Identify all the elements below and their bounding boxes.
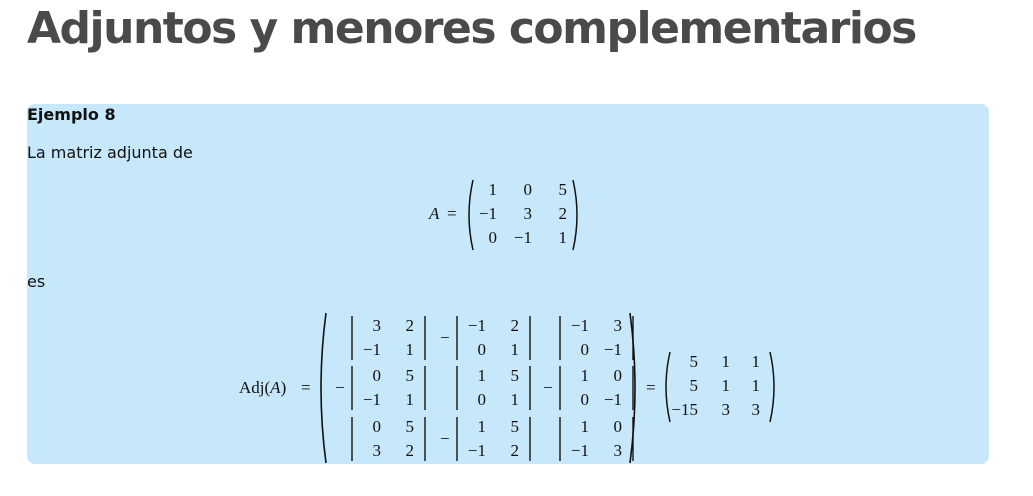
cofactor-cell: 0 [477,340,487,359]
left-paren [320,312,327,464]
matrix-a-cell: −1 [513,228,532,247]
adjugate-equals: = [301,378,311,397]
cofactor-cell: 3 [372,316,382,335]
cofactor-cell: 0 [580,340,590,359]
cofactor-cell: 0 [372,366,382,385]
matrix-a-equation: A = 1 0 5 −1 3 2 0 −1 1 [427,176,597,256]
matrix-a-cell: 5 [558,180,568,199]
matrix-a-cell: 0 [488,228,498,247]
cofactor-cell: 5 [510,366,520,385]
cofactor-cell: 0 [613,417,623,436]
cofactor-cell: 2 [405,441,415,460]
result-cell: 5 [689,352,699,371]
cofactor-cell: 2 [405,316,415,335]
example-heading: Ejemplo 8 [27,105,116,124]
cofactor-cell: −1 [467,316,486,335]
connector-text: es [27,272,46,291]
matrix-a-cell: 1 [488,180,498,199]
matrix-a-cell: 0 [523,180,533,199]
result-cell: −15 [671,400,698,419]
cofactor-cell: 5 [510,417,520,436]
adjugate-lhs: Adj(A) [239,378,287,397]
cofactor-cell: 5 [405,417,415,436]
cofactor-cell: 2 [510,441,520,460]
right-paren [629,312,636,464]
cofactor-cell: 1 [405,390,415,409]
adjugate-equation: Adj(A) = 3 2 −1 1− −1 2 0 1 −1 3 0 −1−0 5 −1 1 1 5 0 1−1 0 0… [232,309,792,467]
result-cell: 1 [721,352,731,371]
result-cell: 5 [689,376,699,395]
cofactor-cell: 3 [613,316,623,335]
cofactor-cell: −1 [603,340,622,359]
example-box: Ejemplo 8 La matriz adjunta de A = 1 0 5 −1… [27,104,989,464]
cofactor-cell: 3 [613,441,623,460]
cofactor-cell: −1 [570,316,589,335]
cofactor-cell: 1 [477,366,487,385]
cofactor-cell: 1 [405,340,415,359]
result-equals: = [646,378,656,397]
result-cell: 1 [751,376,761,395]
right-paren [572,179,578,251]
cofactor-cell: 1 [510,390,520,409]
cofactor-cell: −1 [603,390,622,409]
cofactor-cell: 3 [372,441,382,460]
result-cell: 3 [721,400,731,419]
cofactor-cell: 5 [405,366,415,385]
cofactor-cell: 0 [613,366,623,385]
result-cell: 3 [751,400,761,419]
cofactor-cell: 1 [580,366,590,385]
cofactor-cell: 1 [477,417,487,436]
cofactor-sign: − [335,378,345,397]
intro-text: La matriz adjunta de [27,143,193,162]
cofactor-cell: 1 [580,417,590,436]
matrix-a-equals: = [447,204,457,223]
cofactor-cell: 0 [580,390,590,409]
result-cell: 1 [721,376,731,395]
matrix-a-cell: 1 [558,228,568,247]
cofactor-sign: − [440,328,450,347]
cofactor-cell: −1 [362,390,381,409]
cofactor-cell: −1 [362,340,381,359]
result-cell: 1 [751,352,761,371]
cofactor-sign: − [543,378,553,397]
cofactor-cell: −1 [570,441,589,460]
cofactor-cell: 2 [510,316,520,335]
matrix-a-cell: 3 [523,204,533,223]
right-paren [769,351,775,423]
cofactor-cell: 1 [510,340,520,359]
matrix-a-cell: 2 [558,204,568,223]
cofactor-cell: 0 [477,390,487,409]
cofactor-sign: − [440,429,450,448]
matrix-a-cell: −1 [478,204,497,223]
matrix-a-name: A [429,204,440,223]
cofactor-cell: 0 [372,417,382,436]
page-title: Adjuntos y menores complementarios [27,3,917,54]
cofactor-cell: −1 [467,441,486,460]
